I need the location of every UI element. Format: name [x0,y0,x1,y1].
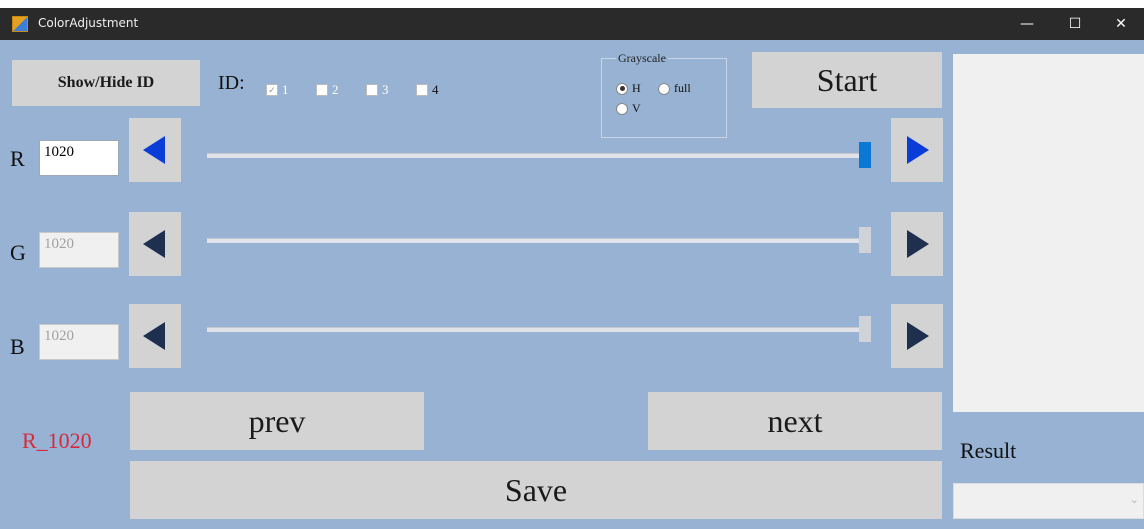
b-slider-thumb[interactable] [859,316,871,342]
g-increase-button[interactable] [891,212,943,276]
start-button[interactable]: Start [752,52,942,108]
id-checkbox-1[interactable]: ✓ 1 [266,82,289,98]
right-arrow-icon [907,136,929,164]
left-arrow-icon [143,136,165,164]
grayscale-radio-full[interactable]: full [658,81,691,96]
r-value-input[interactable]: 1020 [39,140,119,176]
maximize-button[interactable]: ☐ [1052,8,1098,40]
prev-button[interactable]: prev [130,392,424,450]
b-value-input[interactable]: 1020 [39,324,119,360]
g-channel-label: G [10,240,26,265]
id-checkbox-3[interactable]: 3 [366,82,389,98]
checkbox-check-icon: ✓ [266,84,278,96]
title-bar: ColorAdjustment — ☐ ✕ [0,8,1144,40]
left-arrow-icon [143,322,165,350]
grayscale-radio-h[interactable]: H [616,81,641,96]
result-dropdown[interactable]: ⌄ [953,483,1144,519]
g-slider-track[interactable] [207,238,871,243]
b-decrease-button[interactable] [129,304,181,368]
b-channel-label: B [10,334,25,359]
b-slider-track[interactable] [207,327,871,332]
right-arrow-icon [907,322,929,350]
g-slider-thumb[interactable] [859,227,871,253]
b-increase-button[interactable] [891,304,943,368]
result-label: Result [960,438,1017,463]
r-slider-thumb[interactable] [859,142,871,168]
image-preview [953,54,1144,412]
r-slider-track[interactable] [207,153,871,158]
r-decrease-button[interactable] [129,118,181,182]
window-title: ColorAdjustment [38,16,139,30]
status-label: R_1020 [22,428,92,453]
id-checkbox-2[interactable]: 2 [316,82,339,98]
minimize-button[interactable]: — [1004,8,1050,40]
left-arrow-icon [143,230,165,258]
main-window: ColorAdjustment — ☐ ✕ Show/Hide ID ID: ✓… [0,8,1144,529]
id-checkbox-4[interactable]: 4 [416,82,439,98]
grayscale-radio-v[interactable]: V [616,101,641,116]
r-channel-label: R [10,146,25,171]
app-icon [12,16,28,32]
show-hide-id-button[interactable]: Show/Hide ID [12,60,200,106]
grayscale-group: Grayscale H full V [601,51,727,138]
g-decrease-button[interactable] [129,212,181,276]
g-value-input[interactable]: 1020 [39,232,119,268]
next-button[interactable]: next [648,392,942,450]
chevron-down-icon: ⌄ [1129,494,1139,506]
save-button[interactable]: Save [130,461,942,519]
grayscale-title: Grayscale [616,51,668,66]
right-arrow-icon [907,230,929,258]
id-label: ID: [218,72,245,94]
r-increase-button[interactable] [891,118,943,182]
close-button[interactable]: ✕ [1098,8,1144,40]
